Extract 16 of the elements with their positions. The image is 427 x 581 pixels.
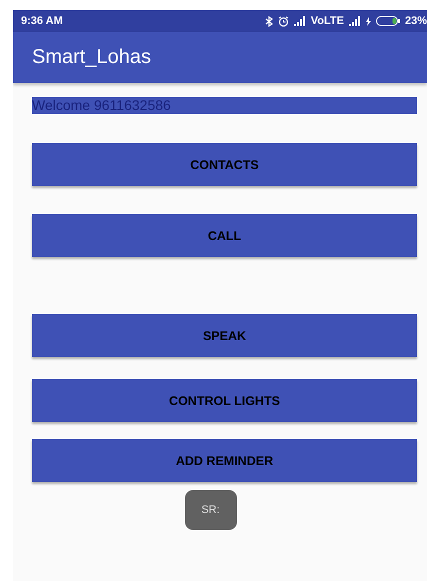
battery-percent: 23% — [404, 15, 427, 27]
charging-icon — [366, 16, 371, 26]
network-label: VoLTE — [310, 15, 344, 27]
status-time: 9:36 AM — [21, 15, 63, 27]
bluetooth-icon — [264, 16, 273, 26]
action-button[interactable]: SPEAK — [32, 314, 417, 357]
signal-icon — [348, 16, 361, 26]
signal-icon — [294, 16, 306, 26]
battery-icon — [376, 16, 400, 26]
action-button[interactable]: CALL — [32, 214, 417, 257]
toast-message: SR: — [184, 490, 236, 530]
action-button[interactable]: CONTACTS — [32, 143, 417, 186]
action-button[interactable]: ADD REMINDER — [32, 439, 417, 482]
action-button[interactable]: CONTROL LIGHTS — [32, 379, 417, 422]
alarm-icon — [278, 16, 289, 26]
app-title: Smart_Lohas — [32, 46, 151, 69]
